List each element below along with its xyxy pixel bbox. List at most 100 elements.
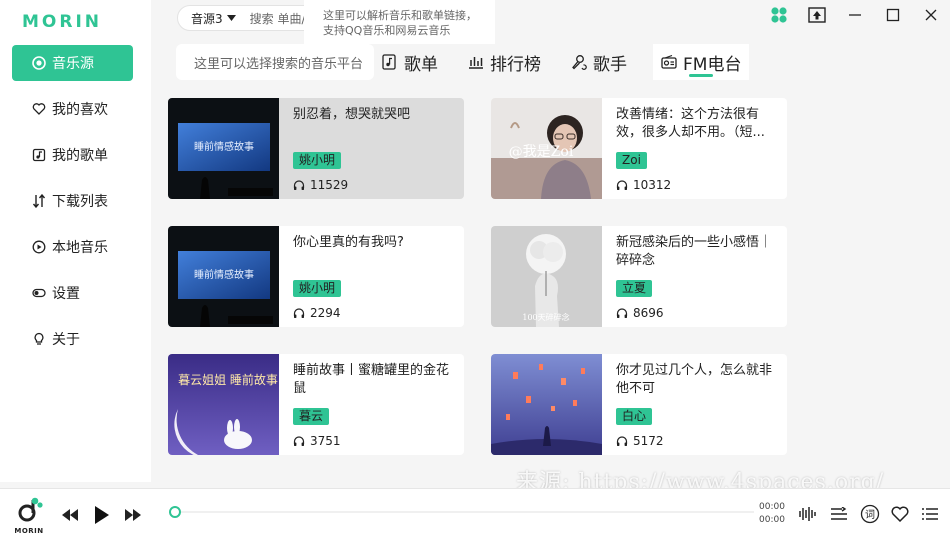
heart-icon <box>891 506 909 522</box>
tooltip-line: 这里可以解析音乐和歌单链接， <box>323 9 477 22</box>
apps-button[interactable] <box>760 0 798 30</box>
queue-icon <box>922 508 938 520</box>
platform-select-input[interactable]: 这里可以选择搜索的音乐平台 <box>176 44 374 80</box>
source-select-label: 音源3 <box>191 11 223 26</box>
play-mode-button[interactable] <box>828 503 850 525</box>
cover-text: @我是Zoi <box>509 144 574 160</box>
radio-cover: 睡前情感故事 <box>168 98 279 199</box>
time-display: 00:00 00:00 <box>759 501 785 527</box>
playlist-icon <box>382 54 398 70</box>
tab-singers[interactable]: 歌手 <box>563 44 635 80</box>
author-tag[interactable]: 暮云 <box>293 408 330 425</box>
play-count: 2294 <box>293 306 341 320</box>
radio-title: 你才见过几个人，怎么就非他不可 <box>616 363 773 396</box>
next-icon <box>125 509 141 521</box>
play-icon <box>95 506 109 524</box>
play-button[interactable] <box>91 504 113 526</box>
author-tag[interactable]: 姚小明 <box>293 152 342 169</box>
sidebar-item-label: 设置 <box>52 286 80 302</box>
sidebar-item-favorites[interactable]: 我的喜欢 <box>12 91 133 127</box>
radio-icon <box>661 54 677 70</box>
current-time: 00:00 <box>759 502 785 512</box>
tab-label: 歌手 <box>593 54 627 75</box>
category-tabs: 歌单 排行榜 歌手 FM电台 <box>374 44 763 80</box>
cover-text: 暮云姐姐 睡前故事 <box>178 372 278 387</box>
lyrics-icon: 词 <box>860 504 880 524</box>
local-music-icon <box>32 240 46 254</box>
maximize-icon <box>886 8 900 22</box>
progress-knob[interactable] <box>169 506 181 518</box>
sidebar-item-label: 关于 <box>52 332 80 348</box>
radio-title: 改善情绪：这个方法很有效，很多人却不用。（短... <box>616 107 765 140</box>
next-button[interactable] <box>122 504 144 526</box>
sidebar-item-settings[interactable]: 设置 <box>12 275 133 311</box>
source-select[interactable]: 音源3 <box>191 10 236 27</box>
radio-card[interactable]: 睡前情感故事 你心里真的有我吗? 姚小明 2294 <box>168 226 464 327</box>
sidebar-item-downloads[interactable]: 下载列表 <box>12 183 133 219</box>
heart-icon <box>32 102 46 116</box>
author-tag[interactable]: 白心 <box>616 408 653 425</box>
list-loop-icon <box>831 507 847 520</box>
radio-title: 别忍着，想哭就哭吧 <box>293 107 411 122</box>
sidebar-nav: 音乐源 我的喜欢 我的歌单 下载列表 本地音乐 设置 关于 <box>12 45 133 367</box>
lightbulb-icon <box>32 332 46 346</box>
radio-cover <box>491 354 602 455</box>
favorite-button[interactable] <box>889 503 911 525</box>
mini-mode-button[interactable] <box>798 0 836 30</box>
headphones-icon <box>616 180 628 190</box>
previous-button[interactable] <box>59 504 81 526</box>
play-count-value: 3751 <box>310 434 341 448</box>
radio-card[interactable]: 100天碎碎念 新冠感染后的一些小感悟｜碎碎念 立夏 8696 <box>491 226 787 327</box>
tab-charts[interactable]: 排行榜 <box>460 44 549 80</box>
tab-playlists[interactable]: 歌单 <box>374 44 446 80</box>
radio-card[interactable]: @我是Zoi 改善情绪：这个方法很有效，很多人却不用。（短... Zoi 103… <box>491 98 787 199</box>
play-count-value: 10312 <box>633 178 672 192</box>
caret-down-icon <box>226 15 236 21</box>
radio-card[interactable]: 暮云姐姐 睡前故事 睡前故事丨蜜糖罐里的金花鼠 暮云 3751 <box>168 354 464 455</box>
minimize-button[interactable] <box>836 0 874 30</box>
sidebar-item-about[interactable]: 关于 <box>12 321 133 357</box>
close-button[interactable] <box>912 0 950 30</box>
maximize-button[interactable] <box>874 0 912 30</box>
sidebar-item-label: 我的喜欢 <box>52 102 108 118</box>
headphones-icon <box>616 308 628 318</box>
radio-title: 新冠感染后的一些小感悟｜碎碎念 <box>616 235 773 268</box>
radio-cover: 100天碎碎念 <box>491 226 602 327</box>
play-count: 11529 <box>293 178 348 192</box>
radio-circle-icon <box>32 56 46 70</box>
radio-cover: @我是Zoi <box>491 98 602 199</box>
play-count: 10312 <box>616 178 671 192</box>
radio-title: 你心里真的有我吗? <box>293 235 404 250</box>
minimize-icon <box>849 14 861 16</box>
waveform-icon <box>799 507 816 521</box>
author-tag[interactable]: 立夏 <box>616 280 653 297</box>
progress-track[interactable] <box>172 511 754 513</box>
sidebar-item-my-playlists[interactable]: 我的歌单 <box>12 137 133 173</box>
playlist-queue-button[interactable] <box>919 503 941 525</box>
radio-card[interactable]: 睡前情感故事 别忍着，想哭就哭吧 姚小明 11529 <box>168 98 464 199</box>
playlist-icon <box>32 148 46 162</box>
lyrics-button[interactable]: 词 <box>859 503 881 525</box>
tab-label: 歌单 <box>404 54 438 75</box>
play-count: 8696 <box>616 306 664 320</box>
sound-effect-button[interactable] <box>796 503 818 525</box>
sidebar-item-music-source[interactable]: 音乐源 <box>12 45 133 81</box>
play-count-value: 2294 <box>310 306 341 320</box>
cover-text: 睡前情感故事 <box>194 140 254 153</box>
play-count-value: 5172 <box>633 434 664 448</box>
tooltip-line: 支持QQ音乐和网易云音乐 <box>323 24 451 37</box>
sidebar-item-local-music[interactable]: 本地音乐 <box>12 229 133 265</box>
window-controls <box>760 0 950 30</box>
cover-text: 睡前情感故事 <box>194 268 254 281</box>
tab-fm-radio[interactable]: FM电台 <box>653 44 750 80</box>
radio-card[interactable]: 你才见过几个人，怎么就非他不可 白心 5172 <box>491 354 787 455</box>
tab-label: FM电台 <box>683 54 742 75</box>
player-bar: MORIN 00:00 00:00 词 <box>0 488 950 542</box>
player-logo[interactable]: MORIN <box>12 497 46 535</box>
author-tag[interactable]: 姚小明 <box>293 280 342 297</box>
sidebar-item-label: 本地音乐 <box>52 240 108 256</box>
author-tag[interactable]: Zoi <box>616 152 647 169</box>
headphones-icon <box>616 436 628 446</box>
singer-icon <box>571 54 587 70</box>
sidebar: MORIN 音乐源 我的喜欢 我的歌单 下载列表 本地音乐 设置 关于 <box>0 0 151 482</box>
